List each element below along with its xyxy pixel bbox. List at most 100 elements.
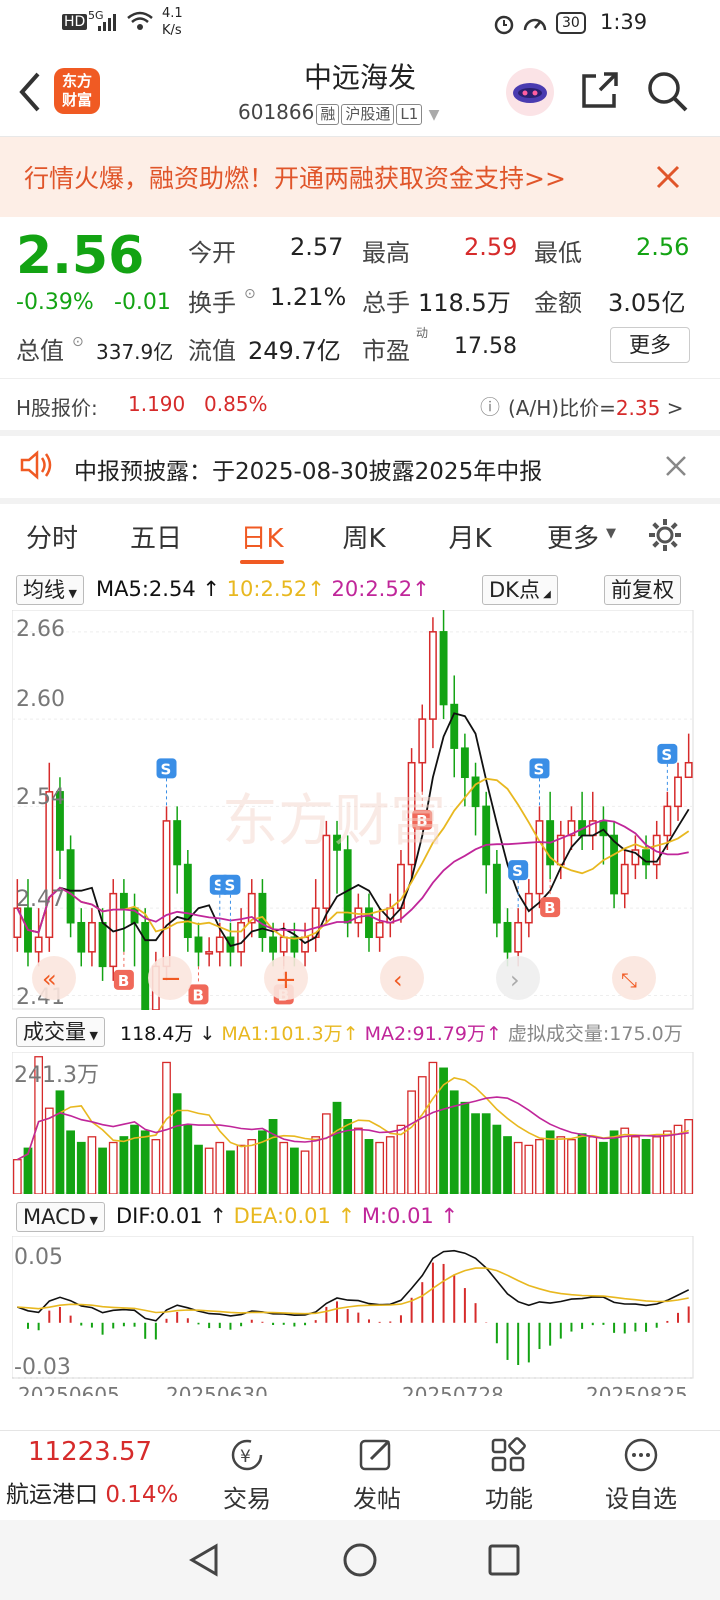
volume-bar [300, 1150, 310, 1194]
volume-bar [226, 1150, 235, 1194]
candle [194, 936, 203, 953]
volume-bar [353, 1127, 363, 1194]
post-button[interactable]: 发帖 [342, 1437, 412, 1514]
ah-ratio-row[interactable]: (A/H)比价=2.35 > [508, 392, 683, 421]
volume-bar [44, 1107, 54, 1194]
nav-recents-icon[interactable] [484, 1540, 524, 1580]
volume-bar [12, 1159, 22, 1194]
volume-bar [247, 1139, 257, 1194]
speaker-icon [20, 450, 52, 480]
scroll-right-button[interactable]: › [496, 956, 540, 1000]
candle [269, 936, 278, 953]
tab-daily-k[interactable]: 日K [224, 518, 300, 555]
volume-bar [119, 1136, 129, 1194]
tab-intraday[interactable]: 分时 [14, 518, 90, 555]
zoom-in-button[interactable]: + [264, 956, 308, 1000]
svg-text:›: › [510, 966, 520, 994]
trade-button[interactable]: ¥ 交易 [212, 1437, 282, 1514]
help-icon[interactable]: ⓘ [480, 391, 500, 420]
ah-ratio-label: (A/H)比价= [508, 396, 616, 420]
volume-bar [76, 1141, 86, 1194]
y-tick-label: 0.05 [14, 1245, 63, 1270]
change-pct: -0.39% [16, 290, 94, 315]
alarm-icon [494, 15, 514, 35]
volume-bar [321, 1113, 331, 1194]
sector-index-value[interactable]: 11223.57 [28, 1437, 152, 1467]
scroll-left-button[interactable]: ‹ [380, 956, 424, 1000]
candle [205, 951, 214, 955]
fullscreen-button[interactable]: ⤡ [612, 956, 656, 1000]
volume-select[interactable]: 成交量 ▼ [16, 1017, 105, 1047]
promo-banner[interactable]: 行情火爆，融资助燃！开通两融获取资金支持>> [0, 137, 720, 217]
tab-more[interactable]: 更多 [540, 518, 606, 555]
volume-chart[interactable]: 241.3万 [12, 1052, 694, 1194]
share-icon[interactable] [580, 70, 620, 110]
promo-text: 行情火爆，融资助燃！开通两融获取资金支持>> [24, 164, 566, 193]
volume-bar [140, 1130, 150, 1194]
info-dots-icon[interactable]: ⊙ [72, 334, 84, 350]
mktcap-label: 总值 [16, 337, 64, 365]
macd-chart[interactable]: 0.05 -0.03 20250605 20250630 20250728 20… [12, 1236, 694, 1396]
volume-bar [87, 1136, 97, 1194]
y-tick-label: 2.60 [16, 687, 65, 712]
candle [301, 936, 309, 953]
functions-button[interactable]: 功能 [474, 1437, 544, 1514]
volume-bar [55, 1090, 65, 1194]
candle [66, 849, 75, 924]
add-watchlist-button[interactable]: 设自选 [596, 1437, 686, 1514]
search-icon[interactable] [646, 70, 690, 114]
close-icon[interactable] [654, 163, 682, 191]
dk-point-button[interactable]: DK点 ◢ [482, 575, 558, 605]
candle [482, 805, 491, 866]
svg-text:«: « [42, 965, 57, 993]
tab-five-day[interactable]: 五日 [118, 518, 194, 555]
volume-bar [290, 1147, 299, 1194]
ma-legend: MA5:2.54 ↑ 10:2.52↑ 20:2.52↑ [96, 577, 430, 601]
low-value: 2.56 [636, 233, 690, 261]
candle [98, 921, 107, 968]
sector-index-row[interactable]: 航运港口 0.14% [6, 1475, 178, 1509]
candle [460, 747, 469, 779]
candle [503, 921, 512, 953]
kline-chart[interactable]: SBSBSBBSSBS 东方财富 2.66 2.60 2.54 2.47 2.4… [12, 610, 694, 1010]
ai-robot-icon[interactable] [504, 66, 556, 118]
ma-select[interactable]: 均线 ▼ [16, 575, 84, 605]
more-quote-button[interactable]: 更多 [610, 327, 690, 363]
volume-bar [513, 1141, 523, 1194]
macd-legend: DIF:0.01 ↑ DEA:0.01 ↑ M:0.01 ↑ [116, 1204, 459, 1228]
y-tick-label: 2.54 [16, 785, 65, 810]
svg-text:¥: ¥ [240, 1447, 251, 1467]
stock-code-row[interactable]: 601866 融沪股通 L1 ▼ [238, 100, 439, 125]
marker-label: S [512, 862, 523, 880]
close-icon[interactable] [664, 454, 688, 478]
volume-bar [204, 1147, 214, 1194]
tab-weekly-k[interactable]: 周K [326, 518, 402, 555]
tab-monthly-k[interactable]: 月K [432, 518, 508, 555]
high-label: 最高 [362, 239, 410, 267]
sector-name: 航运港口 [6, 1482, 98, 1508]
chevron-right-icon: > [666, 396, 684, 420]
active-tab-indicator [240, 560, 284, 564]
volume-bar [364, 1139, 374, 1194]
gear-icon[interactable] [646, 516, 684, 554]
notice-text[interactable]: 中报预披露：于2025-08-30披露2025年中报 [74, 452, 542, 486]
volume-value: 118.5万 [418, 289, 511, 317]
volume-bar [599, 1141, 608, 1194]
volume-bar [385, 1136, 395, 1194]
adjust-button[interactable]: 前复权 [604, 575, 681, 605]
dea-value: DEA:0.01 [233, 1204, 331, 1228]
nav-back-icon[interactable] [184, 1540, 224, 1580]
volume-bar [98, 1147, 107, 1194]
volume-bar [524, 1144, 534, 1194]
zoom-out-button[interactable]: − [148, 956, 192, 1000]
mktcap-value: 337.9亿 [96, 340, 174, 364]
watermark: 东方财富 [222, 789, 446, 854]
candle [354, 907, 363, 924]
info-dots-icon[interactable]: ⊙ [244, 286, 256, 302]
marker-label: B [118, 972, 129, 990]
candle [492, 863, 501, 924]
scroll-left-fast-button[interactable]: « [32, 956, 76, 1000]
nav-home-icon[interactable] [340, 1540, 380, 1580]
amount-value: 3.05亿 [608, 289, 686, 317]
macd-select[interactable]: MACD ▼ [16, 1202, 105, 1232]
